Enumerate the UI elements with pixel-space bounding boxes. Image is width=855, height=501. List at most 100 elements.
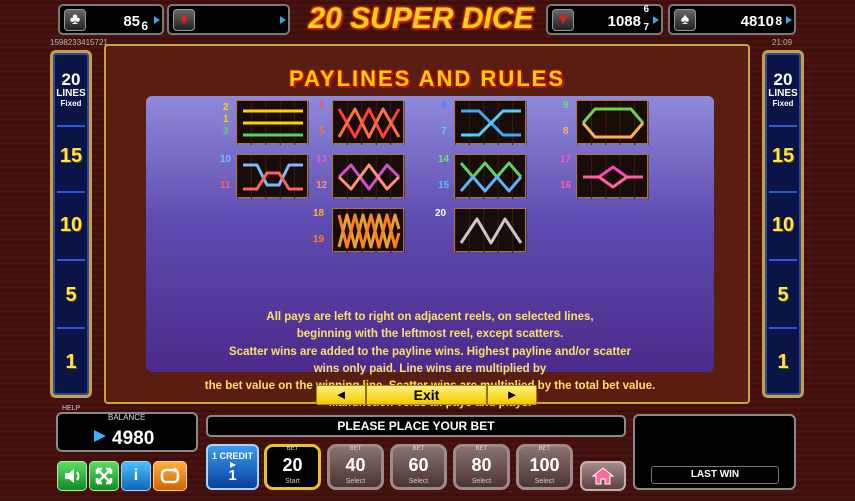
- payline-number: 4: [319, 100, 325, 111]
- clubs-icon: ♣: [64, 9, 86, 31]
- divider: [57, 125, 85, 127]
- next-page-button[interactable]: ►: [486, 386, 536, 404]
- payline-path: [243, 163, 303, 187]
- payline-number: 16: [560, 180, 572, 191]
- payline-diagram: [455, 155, 527, 199]
- bet-value: 20: [282, 455, 303, 475]
- jackpot-hearts-sub-top: 6: [643, 4, 649, 15]
- last-win-label: LAST WIN: [651, 466, 779, 484]
- payline-number: 2: [223, 102, 229, 113]
- bet-40-button[interactable]: BET 40 Select: [327, 444, 384, 490]
- payline-number: 19: [313, 234, 325, 245]
- payline-path: [581, 122, 645, 139]
- bet-20-button[interactable]: BET 20 Start: [264, 444, 321, 490]
- balance-value: 4980: [112, 428, 155, 449]
- payline-4-image: [576, 100, 649, 145]
- payline-1-image: [236, 100, 309, 145]
- payline-number: 17: [560, 154, 572, 165]
- jackpot-clubs: ♣ 85 6: [58, 4, 164, 35]
- jackpot-hearts: ♥ 1088 6 7: [546, 4, 663, 35]
- bet-value: 100: [529, 455, 560, 475]
- payline-number: 9: [563, 100, 569, 111]
- payline-diagram: [455, 209, 527, 253]
- lines-count: 20: [61, 70, 81, 89]
- jackpot-arrow-icon: [154, 16, 160, 24]
- payline-number: 20: [435, 208, 447, 219]
- bet-sub: Select: [534, 478, 555, 485]
- prev-page-button[interactable]: ◄: [317, 386, 367, 404]
- payline-path: [461, 109, 521, 137]
- line-level-10: 10: [59, 214, 83, 236]
- payline-number: 5: [319, 126, 325, 137]
- bet-sub: Select: [345, 478, 366, 485]
- bet-label: BET: [286, 446, 299, 452]
- payline-number: 18: [313, 208, 325, 219]
- payline-path: [459, 217, 523, 245]
- rule-line: wins only paid. Line wins are multiplied…: [313, 362, 547, 375]
- jackpot-clubs-sub: 6: [141, 19, 148, 33]
- payline-9-image: [332, 208, 405, 253]
- divider: [769, 259, 797, 261]
- jackpot-arrow-icon: [786, 16, 792, 24]
- lines-count: 20: [773, 70, 793, 89]
- line-level-1: 1: [777, 351, 789, 373]
- bet-80-button[interactable]: BET 80 Select: [453, 444, 510, 490]
- payline-number: 11: [220, 180, 231, 191]
- payline-number: 12: [316, 180, 328, 191]
- fullscreen-icon[interactable]: [89, 461, 119, 491]
- lines-header: 20 LINES Fixed: [53, 71, 89, 108]
- divider: [57, 327, 85, 329]
- lines-mode: Fixed: [772, 99, 794, 108]
- help-navigation: ◄ Exit ►: [316, 385, 537, 405]
- payline-path: [581, 107, 645, 124]
- bet-100-button[interactable]: BET 100 Select: [516, 444, 573, 490]
- lines-column-left: 20 LINES Fixed 15 10 5 1: [50, 50, 92, 398]
- bet-sub: Select: [408, 478, 429, 485]
- rules-panel: PAYLINES AND RULES All pays are left to …: [104, 44, 750, 409]
- credit-value: 1: [228, 467, 237, 484]
- payline-6-image: [332, 154, 405, 199]
- divider: [769, 125, 797, 127]
- payline-diagram: [333, 209, 405, 253]
- credit-button[interactable]: 1 CREDIT 1: [206, 444, 259, 490]
- bet-label: BET: [538, 446, 551, 452]
- lines-word: LINES: [56, 88, 86, 99]
- payline-path: [243, 171, 303, 191]
- jackpot-diamonds: ♦: [167, 4, 290, 35]
- sound-icon[interactable]: [57, 461, 87, 491]
- session-id: 1598233415721: [50, 38, 108, 47]
- divider: [769, 191, 797, 193]
- autoplay-icon[interactable]: [153, 461, 187, 491]
- info-icon[interactable]: i: [121, 461, 151, 491]
- payline-diagram: [237, 101, 309, 145]
- bet-value: 80: [471, 455, 492, 475]
- payline-2-image: [332, 100, 405, 145]
- payline-path: [459, 175, 523, 193]
- game-title: 20 SUPER DICE: [308, 2, 534, 35]
- bet-label: BET: [349, 446, 362, 452]
- jackpot-hearts-value: 1088: [607, 13, 641, 30]
- line-level-15: 15: [59, 145, 83, 167]
- payline-diagram: [577, 155, 649, 199]
- balance-display: BALANCE 4980: [56, 412, 198, 452]
- rule-line: Scatter wins are added to the payline wi…: [229, 345, 631, 358]
- game-stage: ♣ 85 6 ♦ 20 SUPER DICE ♥ 1088 6 7 ♠ 4810…: [0, 0, 855, 501]
- panel-title: PAYLINES AND RULES: [288, 66, 565, 91]
- payline-number: 13: [316, 154, 328, 165]
- lines-header: 20 LINES Fixed: [765, 71, 801, 108]
- exit-button[interactable]: Exit: [369, 386, 484, 404]
- bet-value: 60: [408, 455, 429, 475]
- payline-diagram: [333, 155, 405, 199]
- payline-diagram: [455, 101, 527, 145]
- home-icon[interactable]: [580, 461, 626, 491]
- bet-60-button[interactable]: BET 60 Select: [390, 444, 447, 490]
- help-label: HELP: [62, 405, 81, 412]
- line-level-10: 10: [771, 214, 795, 236]
- line-level-1: 1: [65, 351, 77, 373]
- paylines-box: All pays are left to right on adjacent r…: [146, 96, 714, 409]
- payline-path: [583, 175, 643, 189]
- diamonds-icon: ♦: [173, 9, 195, 31]
- credit-arrow-icon: [94, 430, 106, 442]
- payline-number: 1: [223, 114, 229, 125]
- lines-mode: Fixed: [60, 99, 82, 108]
